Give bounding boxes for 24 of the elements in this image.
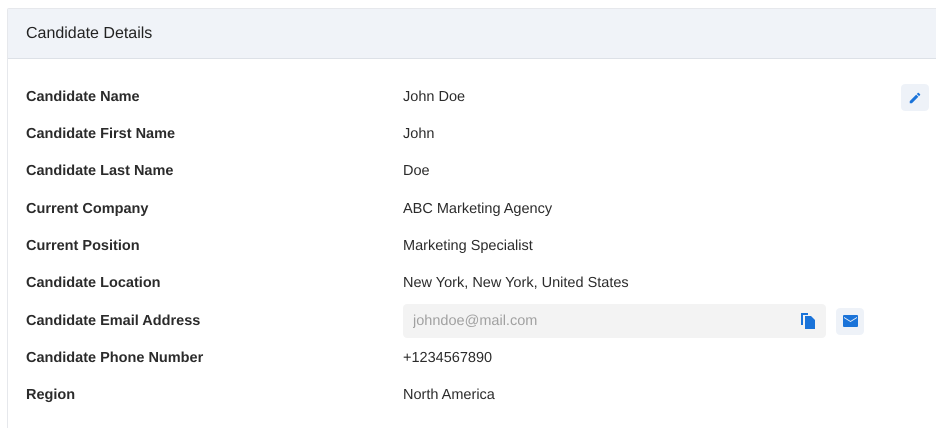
field-value: Marketing Specialist <box>403 236 533 256</box>
field-value: Doe <box>403 162 430 182</box>
pencil-icon <box>908 90 922 104</box>
field-label: Candidate Last Name <box>26 163 174 180</box>
field-label: Candidate First Name <box>26 126 176 142</box>
field-label: Candidate Email Address <box>26 312 200 329</box>
field-label: Current Company <box>26 200 148 217</box>
field-value: North America <box>403 386 495 406</box>
field-value: +1234567890 <box>403 348 492 368</box>
email-button[interactable] <box>836 308 864 335</box>
field-value: John Doe <box>403 88 466 107</box>
field-value: ABC Marketing Agency <box>403 200 552 219</box>
field-label: Candidate Location <box>26 275 161 292</box>
edit-button[interactable] <box>901 84 929 111</box>
field-label: Candidate Name <box>26 88 140 105</box>
card-title: Candidate Details <box>26 24 152 44</box>
field-label: Current Position <box>26 238 140 254</box>
field-label: Region <box>26 387 76 404</box>
copy-button[interactable] <box>800 312 816 330</box>
copy-icon <box>800 312 816 330</box>
field-label: Candidate Phone Number <box>26 350 204 366</box>
field-value: New York, New York, United States <box>403 274 629 294</box>
field-value: John <box>403 125 434 144</box>
envelope-icon <box>842 315 858 328</box>
